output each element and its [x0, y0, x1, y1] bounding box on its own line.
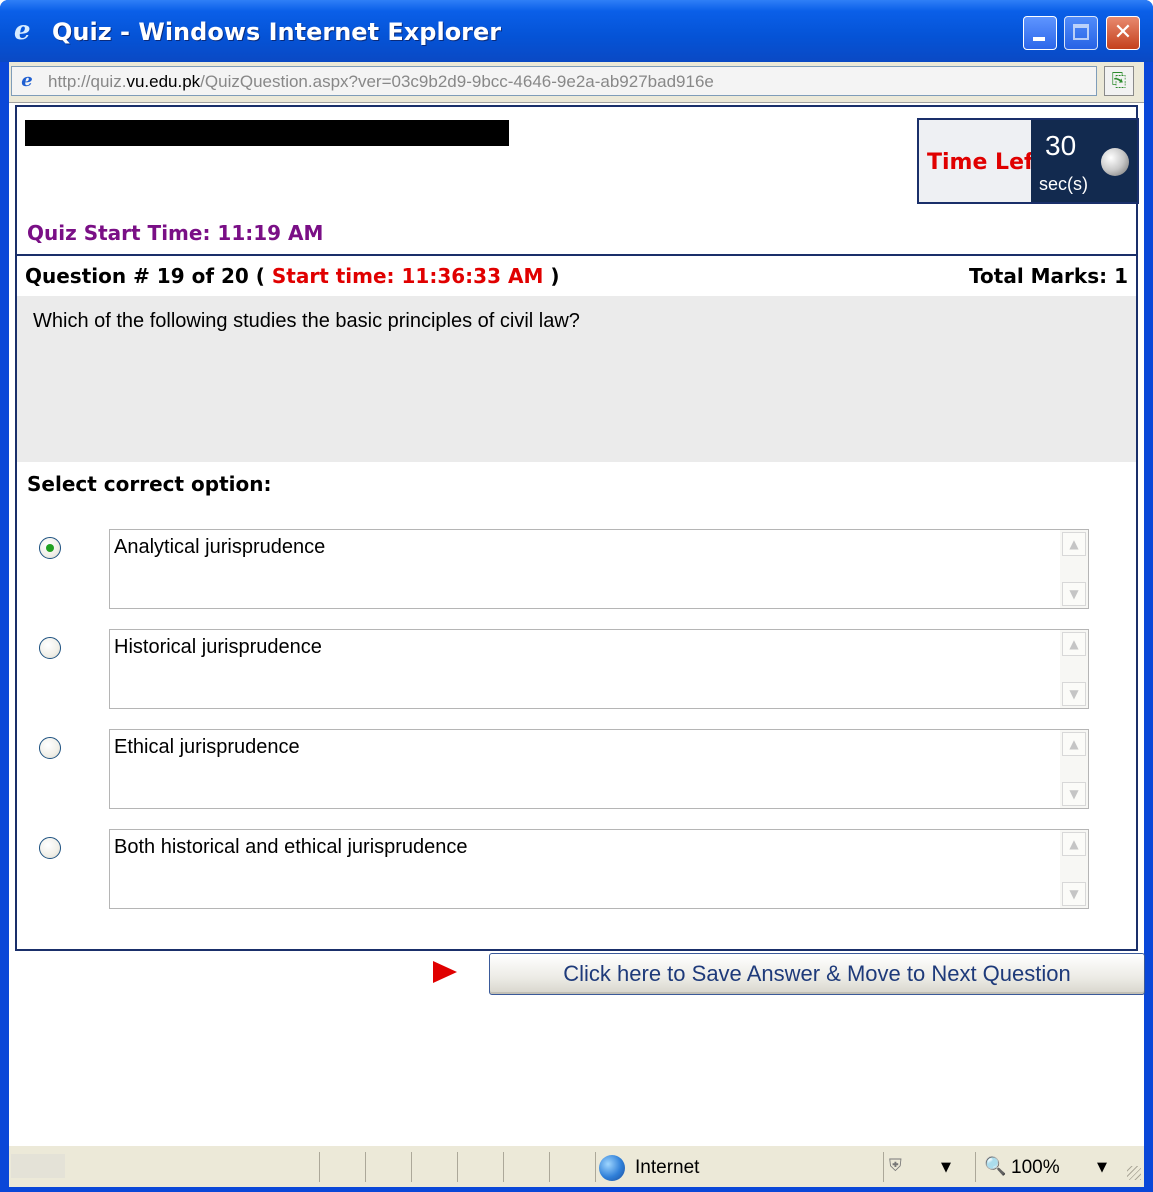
option-4-scrollbar[interactable]: ▲ ▼ — [1060, 830, 1088, 908]
total-marks: Total Marks: 1 — [969, 264, 1128, 288]
question-panel: Question # 19 of 20 ( Start time: 11:36:… — [15, 254, 1138, 951]
option-2-scrollbar[interactable]: ▲ ▼ — [1060, 630, 1088, 708]
question-header: Question # 19 of 20 ( Start time: 11:36:… — [25, 264, 559, 288]
timer-value: 30 — [1045, 130, 1077, 161]
quiz-start-time: Quiz Start Time: 11:19 AM — [27, 221, 324, 245]
timer-display: 30 sec(s) — [1031, 120, 1137, 202]
page-icon: e — [21, 70, 33, 91]
protected-mode-icon[interactable]: ⛨ — [889, 1156, 902, 1176]
quiz-header-panel: Time Left 30 sec(s) Quiz Start Time: 11:… — [15, 105, 1139, 254]
redacted-student-info — [25, 120, 509, 146]
url-host: vu.edu.pk — [126, 72, 201, 91]
minimize-button[interactable] — [1023, 16, 1057, 50]
close-button[interactable]: ✕ — [1106, 16, 1140, 50]
select-option-label: Select correct option: — [27, 472, 272, 496]
option-3-radio[interactable] — [39, 737, 61, 759]
internet-globe-icon — [599, 1155, 625, 1181]
timer-knob-icon — [1101, 148, 1129, 176]
zoom-icon: 🔍 — [984, 1156, 1007, 1177]
compatibility-icon: ⎘ — [1111, 70, 1127, 91]
status-zone: Internet — [635, 1157, 700, 1178]
option-4-textbox[interactable]: Both historical and ethical jurisprudenc… — [109, 829, 1089, 909]
protected-mode-dropdown-icon[interactable]: ▼ — [941, 1160, 951, 1175]
status-segment — [503, 1152, 549, 1182]
scroll-down-icon[interactable]: ▼ — [1062, 582, 1086, 606]
maximize-button[interactable] — [1064, 16, 1098, 50]
status-segment — [457, 1152, 503, 1182]
option-1-text: Analytical jurisprudence — [114, 536, 326, 558]
option-3: Ethical jurisprudence ▲ ▼ — [17, 729, 1136, 811]
radio-selected-dot — [46, 544, 54, 552]
option-4-radio[interactable] — [39, 837, 61, 859]
url-text[interactable]: http://quiz.vu.edu.pk/QuizQuestion.aspx?… — [48, 72, 714, 92]
status-segment — [365, 1152, 411, 1182]
title-bar[interactable]: e Quiz - Windows Internet Explorer ✕ — [0, 0, 1153, 62]
scroll-up-icon[interactable]: ▲ — [1062, 832, 1086, 856]
option-4: Both historical and ethical jurisprudenc… — [17, 829, 1136, 911]
option-1-textbox[interactable]: Analytical jurisprudence ▲ ▼ — [109, 529, 1089, 609]
question-start-time: Start time: 11:36:33 AM — [271, 264, 544, 288]
status-bar: Internet ⛨ ▼ 🔍 100% ▼ — [9, 1145, 1144, 1187]
option-1: Analytical jurisprudence ▲ ▼ — [17, 529, 1136, 611]
scroll-up-icon[interactable]: ▲ — [1062, 532, 1086, 556]
option-3-textbox[interactable]: Ethical jurisprudence ▲ ▼ — [109, 729, 1089, 809]
status-segment — [319, 1152, 365, 1182]
maximize-icon — [1073, 24, 1089, 40]
ie-logo-icon: e — [14, 16, 31, 46]
browser-window: e Quiz - Windows Internet Explorer ✕ e h… — [0, 0, 1153, 1192]
scroll-down-icon[interactable]: ▼ — [1062, 782, 1086, 806]
time-left-panel: Time Left 30 sec(s) — [917, 118, 1139, 204]
timer-unit: sec(s) — [1039, 174, 1088, 194]
address-bar: e http://quiz.vu.edu.pk/QuizQuestion.asp… — [9, 62, 1144, 103]
status-segment — [549, 1152, 595, 1182]
page-content: Time Left 30 sec(s) Quiz Start Time: 11:… — [9, 103, 1145, 1145]
url-prefix: http://quiz. — [48, 72, 127, 91]
status-segment — [411, 1152, 457, 1182]
scroll-down-icon[interactable]: ▼ — [1062, 882, 1086, 906]
zoom-dropdown-icon[interactable]: ▼ — [1097, 1160, 1107, 1175]
option-2-radio[interactable] — [39, 637, 61, 659]
close-icon: ✕ — [1113, 20, 1133, 45]
resize-grip-icon[interactable] — [1127, 1166, 1141, 1180]
option-3-text: Ethical jurisprudence — [114, 736, 300, 758]
option-1-radio[interactable] — [39, 537, 61, 559]
scroll-down-icon[interactable]: ▼ — [1062, 682, 1086, 706]
compatibility-view-button[interactable]: ⎘ — [1104, 66, 1134, 96]
option-1-scrollbar[interactable]: ▲ ▼ — [1060, 530, 1088, 608]
time-left-label: Time Left — [927, 150, 1045, 175]
red-arrow-icon — [433, 961, 457, 983]
option-3-scrollbar[interactable]: ▲ ▼ — [1060, 730, 1088, 808]
question-box: Which of the following studies the basic… — [17, 296, 1136, 462]
minimize-icon — [1033, 37, 1045, 41]
zoom-level[interactable]: 100% — [1011, 1157, 1060, 1179]
option-2: Historical jurisprudence ▲ ▼ — [17, 629, 1136, 711]
scroll-up-icon[interactable]: ▲ — [1062, 732, 1086, 756]
option-4-text: Both historical and ethical jurisprudenc… — [114, 836, 468, 858]
url-field[interactable]: e http://quiz.vu.edu.pk/QuizQuestion.asp… — [11, 66, 1097, 96]
url-path: /QuizQuestion.aspx?ver=03c9b2d9-9bcc-464… — [200, 72, 714, 91]
question-text: Which of the following studies the basic… — [33, 310, 580, 332]
option-2-text: Historical jurisprudence — [114, 636, 322, 658]
save-and-next-button[interactable]: Click here to Save Answer & Move to Next… — [489, 953, 1145, 995]
option-2-textbox[interactable]: Historical jurisprudence ▲ ▼ — [109, 629, 1089, 709]
status-progress — [11, 1154, 65, 1178]
window-title: Quiz - Windows Internet Explorer — [52, 18, 502, 46]
question-header-close: ) — [543, 264, 560, 288]
question-number: Question # 19 of 20 ( — [25, 264, 272, 288]
scroll-up-icon[interactable]: ▲ — [1062, 632, 1086, 656]
